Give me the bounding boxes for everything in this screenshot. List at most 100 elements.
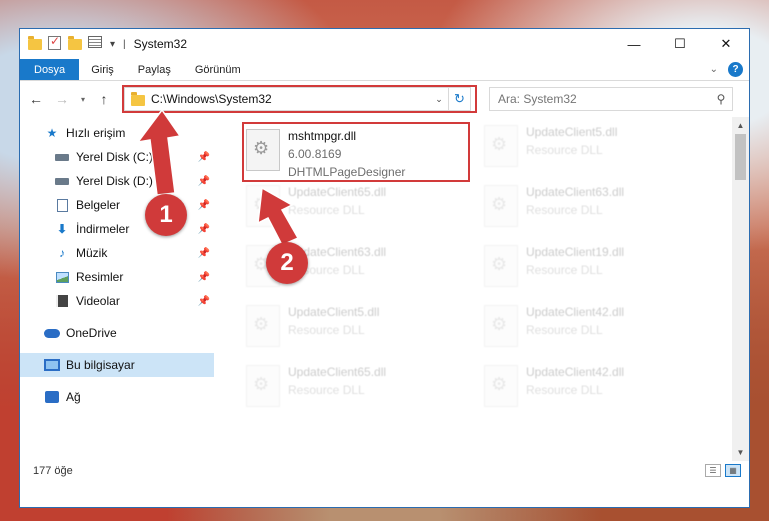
network-icon [44,390,60,404]
maximize-button[interactable]: ☐ [657,29,703,59]
nav-this-pc[interactable]: Bu bilgisayar [20,353,214,377]
file-name: UpdateClient19.dll [526,245,625,259]
address-path[interactable]: C:\Windows\System32 [151,92,272,106]
dll-file-icon [246,365,280,407]
new-folder-icon[interactable] [68,36,84,52]
minimize-button[interactable]: — [611,29,657,59]
file-description: Resource DLL [526,263,603,277]
dll-file-icon [484,305,518,347]
properties-icon[interactable] [88,36,104,52]
properties-check-icon[interactable] [48,34,64,52]
nav-label: OneDrive [66,326,117,340]
file-item[interactable]: UpdateClient5.dll Resource DLL [480,121,700,177]
item-count: 177 öğe [33,465,73,477]
address-dropdown-icon[interactable]: ⌄ [430,94,448,105]
file-item[interactable]: UpdateClient42.dll Resource DLL [480,301,700,357]
recent-locations-icon[interactable]: ▾ [78,95,88,104]
file-description: Resource DLL [526,203,603,217]
close-button[interactable]: ✕ [703,29,749,59]
file-name: mshtmpgr.dll [288,129,357,143]
file-description: Resource DLL [526,143,603,157]
pictures-icon [54,270,70,284]
dll-file-icon [246,185,280,227]
folder-icon [28,36,44,52]
scroll-down-icon[interactable]: ▼ [732,444,749,461]
file-name: UpdateClient42.dll [526,305,625,319]
file-item[interactable]: UpdateClient42.dll Resource DLL [480,361,700,417]
pin-icon[interactable]: 📌 [198,248,210,259]
nav-item-videos[interactable]: Videolar 📌 [20,289,214,313]
expand-ribbon-icon[interactable]: ⌄ [710,64,718,75]
file-name: UpdateClient5.dll [526,125,618,139]
documents-icon [54,198,70,212]
search-input[interactable] [498,92,710,106]
nav-quick-access[interactable]: ★ Hızlı erişim [20,121,214,145]
tab-file[interactable]: Dosya [20,59,80,80]
dll-file-icon [246,129,280,171]
qa-dropdown-icon[interactable]: ▾ [110,39,115,50]
scroll-up-icon[interactable]: ▲ [732,117,749,134]
tiles-view-icon[interactable]: ▦ [725,464,741,477]
nav-item-disk-c[interactable]: Yerel Disk (C:) 📌 [20,145,214,169]
file-name: UpdateClient65.dll [288,185,387,199]
search-icon[interactable]: ⚲ [710,92,732,106]
file-item[interactable]: UpdateClient63.dll Resource DLL [480,181,700,237]
nav-label: Belgeler [76,198,121,212]
nav-item-music[interactable]: ♪ Müzik 📌 [20,241,214,265]
tab-view[interactable]: Görünüm [183,59,253,80]
step-badge-1: 1 [145,194,187,236]
nav-label: Resimler [76,270,124,284]
nav-label: Videolar [76,294,120,308]
computer-icon [44,358,60,372]
search-box[interactable]: ⚲ [489,87,733,111]
address-bar[interactable]: C:\Windows\System32 ⌄ ↻ [122,85,477,113]
file-item[interactable]: UpdateClient65.dll Resource DLL [242,181,462,237]
file-description: Resource DLL [526,383,603,397]
nav-item-pictures[interactable]: Resimler 📌 [20,265,214,289]
address-row: ← → ▾ ↑ C:\Windows\System32 ⌄ ↻ ⚲ [20,81,749,117]
vertical-scrollbar[interactable]: ▲ ▼ [732,117,749,461]
tab-home[interactable]: Giriş [79,59,126,80]
file-description: Resource DLL [288,323,365,337]
nav-item-disk-d[interactable]: Yerel Disk (D:) 📌 [20,169,214,193]
dll-file-icon [484,365,518,407]
nav-label: Ağ [66,390,81,404]
nav-onedrive[interactable]: OneDrive [20,321,214,345]
up-button[interactable]: ↑ [94,91,114,107]
forward-button[interactable]: → [52,91,72,107]
pin-icon[interactable]: 📌 [198,176,210,187]
refresh-icon[interactable]: ↻ [448,88,470,110]
file-list: mshtmpgr.dll 6.00.8169 DHTMLPageDesigner… [214,117,749,461]
file-item[interactable]: UpdateClient65.dll Resource DLL [242,361,462,417]
pin-icon[interactable]: 📌 [198,200,210,211]
pin-icon[interactable]: 📌 [198,224,210,235]
file-item-highlighted[interactable]: mshtmpgr.dll 6.00.8169 DHTMLPageDesigner [242,122,470,182]
details-view-icon[interactable]: ☰ [705,464,721,477]
file-name: UpdateClient63.dll [526,185,625,199]
file-item[interactable]: UpdateClient19.dll Resource DLL [480,241,700,297]
dll-file-icon [246,305,280,347]
back-button[interactable]: ← [26,91,46,107]
drive-icon [54,174,70,188]
pin-icon[interactable]: 📌 [198,296,210,307]
file-description: Resource DLL [526,323,603,337]
file-name: UpdateClient42.dll [526,365,625,379]
window-title: System32 [133,37,187,51]
nav-label: Bu bilgisayar [66,358,135,372]
nav-network[interactable]: Ağ [20,385,214,409]
pin-icon[interactable]: 📌 [198,272,210,283]
file-name: UpdateClient65.dll [288,365,387,379]
file-item[interactable]: UpdateClient5.dll Resource DLL [242,301,462,357]
ribbon-tabs: Dosya Giriş Paylaş Görünüm ⌄ ? [20,59,749,81]
file-description: Resource DLL [288,383,365,397]
scrollbar-thumb[interactable] [735,134,746,180]
tab-share[interactable]: Paylaş [126,59,183,80]
nav-label: Müzik [76,246,108,260]
file-description: Resource DLL [288,203,365,217]
help-icon[interactable]: ? [728,62,743,77]
drive-icon [54,150,70,164]
status-bar: 177 öğe ☰ ▦ [20,461,749,481]
nav-label: Yerel Disk (C:) [76,150,153,164]
pin-icon[interactable]: 📌 [198,152,210,163]
folder-icon [131,92,145,106]
